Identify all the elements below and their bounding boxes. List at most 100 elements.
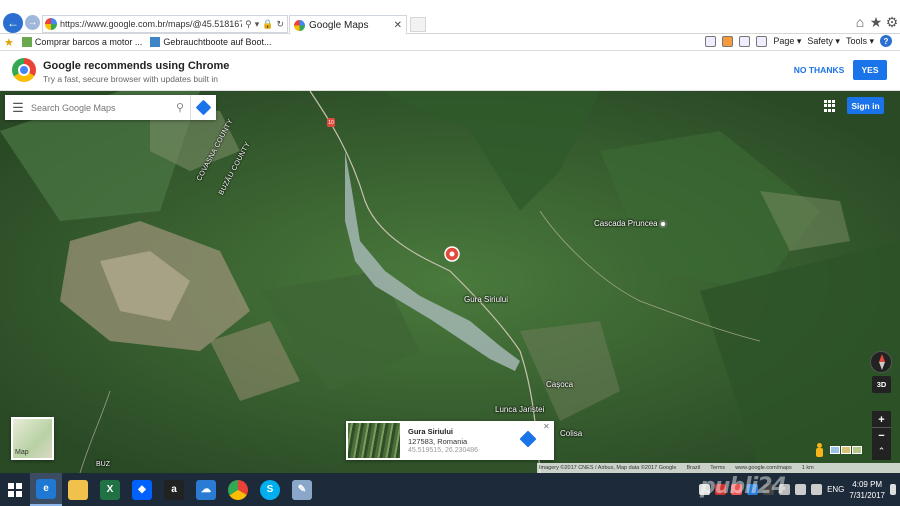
tools-menu[interactable]: Tools ▾ bbox=[846, 36, 874, 47]
taskbar-excel[interactable]: X bbox=[94, 473, 126, 506]
zoom-in-button[interactable]: + bbox=[872, 411, 891, 428]
settings-gear-icon[interactable]: ⚙ bbox=[884, 14, 900, 30]
taskbar-paint[interactable]: ✎ bbox=[286, 473, 318, 506]
directions-icon[interactable] bbox=[519, 430, 537, 448]
show-desktop-button[interactable] bbox=[890, 484, 896, 495]
place-photo[interactable] bbox=[348, 423, 400, 458]
dropdown-icon[interactable]: ▾ bbox=[255, 19, 260, 30]
dropbox-icon: ◆ bbox=[132, 479, 152, 500]
help-icon[interactable]: ? bbox=[880, 35, 892, 47]
street-view-pegman-icon[interactable] bbox=[815, 443, 824, 457]
map-layer-toggle[interactable]: Map bbox=[11, 417, 54, 460]
no-thanks-button[interactable]: NO THANKS bbox=[792, 61, 846, 79]
forward-button[interactable]: → bbox=[25, 15, 40, 30]
home-cmd-icon[interactable] bbox=[705, 35, 717, 47]
close-tab-icon[interactable]: ✕ bbox=[394, 20, 402, 31]
chrome-icon bbox=[228, 479, 248, 500]
address-url: https://www.google.com.br/maps/@45.51816… bbox=[60, 19, 243, 29]
taskbar-dropbox[interactable]: ◆ bbox=[126, 473, 158, 506]
print-icon[interactable] bbox=[756, 35, 768, 47]
favorite-link-gebrauchtboote[interactable]: Gebrauchtboote auf Boot... bbox=[146, 37, 275, 47]
rss-icon[interactable] bbox=[722, 35, 734, 47]
zoom-out-button[interactable]: − bbox=[872, 427, 891, 444]
promo-subtitle: Try a fast, secure browser with updates … bbox=[43, 74, 218, 84]
sign-in-button[interactable]: Sign in bbox=[847, 97, 884, 114]
waterfall-poi-icon[interactable] bbox=[659, 220, 667, 228]
refresh-icon[interactable]: ↻ bbox=[276, 19, 284, 30]
place-info-card[interactable]: Gura Siriului 127583, Romania 45.519515,… bbox=[346, 421, 554, 460]
skype-icon: S bbox=[260, 479, 280, 500]
cloud-icon: ☁ bbox=[196, 479, 216, 500]
place-label-casoca[interactable]: Cașoca bbox=[546, 380, 573, 389]
place-coordinates: 45.519515, 26.230486 bbox=[408, 447, 479, 454]
imagery-thumb[interactable] bbox=[852, 446, 862, 454]
new-tab-button[interactable] bbox=[410, 17, 426, 32]
taskbar-skype[interactable]: S bbox=[254, 473, 286, 506]
command-bar: Page ▾ Safety ▾ Tools ▾ ? bbox=[705, 35, 892, 47]
place-label-gura-siriului[interactable]: Gura Siriului bbox=[464, 295, 508, 304]
back-button[interactable]: ← bbox=[3, 13, 23, 33]
promo-title: Google recommends using Chrome bbox=[43, 60, 230, 72]
satellite-map[interactable]: 10 COVASNA COUNTY BUZĂU COUNTY Cascada P… bbox=[0, 91, 900, 473]
chrome-promo-banner: Google recommends using Chrome Try a fas… bbox=[0, 51, 900, 91]
google-favicon-icon bbox=[45, 18, 57, 30]
compass-icon[interactable] bbox=[870, 351, 892, 373]
amazon-icon: a bbox=[164, 479, 184, 500]
directions-icon bbox=[195, 99, 212, 116]
page-menu[interactable]: Page ▾ bbox=[773, 36, 801, 47]
road-number-badge: 10 bbox=[327, 118, 335, 127]
volume-icon[interactable] bbox=[811, 484, 823, 495]
page-icon bbox=[21, 37, 32, 47]
network-icon[interactable] bbox=[795, 484, 807, 495]
expand-icon[interactable]: ⌃ bbox=[872, 443, 891, 460]
location-pin-icon[interactable] bbox=[443, 245, 461, 263]
watermark: publi24 bbox=[700, 474, 787, 499]
folder-icon bbox=[68, 479, 88, 500]
taskbar-file-explorer[interactable] bbox=[62, 473, 94, 506]
search-input[interactable] bbox=[31, 102, 170, 113]
clock[interactable]: 4:09 PM 7/31/2017 bbox=[849, 479, 885, 501]
language-indicator[interactable]: ENG bbox=[827, 485, 844, 494]
taskbar-internet-explorer[interactable]: e bbox=[30, 473, 62, 506]
favorites-star-icon[interactable]: ★ bbox=[868, 14, 884, 30]
place-label-colisa[interactable]: Colisa bbox=[560, 429, 582, 438]
add-favorite-button[interactable]: ★ bbox=[0, 36, 18, 49]
yes-button[interactable]: YES bbox=[853, 60, 887, 80]
apps-grid-icon[interactable] bbox=[824, 100, 836, 112]
home-icon[interactable]: ⌂ bbox=[852, 14, 868, 30]
windows-logo-icon bbox=[8, 482, 22, 497]
clock-time: 4:09 PM bbox=[852, 479, 883, 489]
taskbar-onedrive[interactable]: ☁ bbox=[190, 473, 222, 506]
map-attribution: Imagery ©2017 CNES / Airbus, Map data ©2… bbox=[537, 463, 900, 473]
search-icon[interactable]: ⚲ bbox=[245, 19, 252, 30]
chrome-logo-icon bbox=[12, 58, 36, 82]
tab-google-maps[interactable]: Google Maps ✕ bbox=[289, 15, 407, 34]
tab-title: Google Maps bbox=[309, 19, 369, 31]
place-address: 127583, Romania bbox=[408, 437, 468, 446]
place-label-lunca[interactable]: Lunca Jariștei bbox=[495, 405, 544, 414]
taskbar-amazon[interactable]: a bbox=[158, 473, 190, 506]
directions-button[interactable] bbox=[190, 95, 216, 120]
place-name: Gura Siriului bbox=[408, 427, 454, 436]
start-button[interactable] bbox=[0, 473, 30, 506]
mail-icon[interactable] bbox=[739, 35, 751, 47]
lock-icon[interactable]: 🔒 bbox=[262, 19, 273, 30]
layer-toggle-label: Map bbox=[15, 449, 29, 456]
star-icon: ★ bbox=[4, 36, 14, 49]
address-bar[interactable]: https://www.google.com.br/maps/@45.51816… bbox=[42, 15, 288, 33]
page-icon bbox=[150, 37, 161, 47]
imagery-thumbnails[interactable] bbox=[830, 446, 862, 454]
toggle-3d-button[interactable]: 3D bbox=[872, 376, 891, 393]
menu-icon[interactable]: ☰ bbox=[5, 100, 31, 116]
maps-search-box[interactable]: ☰ ⚲ bbox=[5, 95, 216, 120]
imagery-thumb[interactable] bbox=[830, 446, 840, 454]
imagery-thumb[interactable] bbox=[841, 446, 851, 454]
favorite-link-comprar[interactable]: Comprar barcos a motor ... bbox=[18, 37, 147, 47]
safety-menu[interactable]: Safety ▾ bbox=[807, 36, 840, 47]
close-icon[interactable]: ✕ bbox=[543, 422, 550, 431]
paint-icon: ✎ bbox=[292, 479, 312, 500]
search-icon[interactable]: ⚲ bbox=[170, 101, 190, 114]
place-label-cascada[interactable]: Cascada Pruncea bbox=[594, 219, 658, 228]
taskbar-chrome[interactable] bbox=[222, 473, 254, 506]
internet-explorer-icon: e bbox=[36, 478, 56, 499]
